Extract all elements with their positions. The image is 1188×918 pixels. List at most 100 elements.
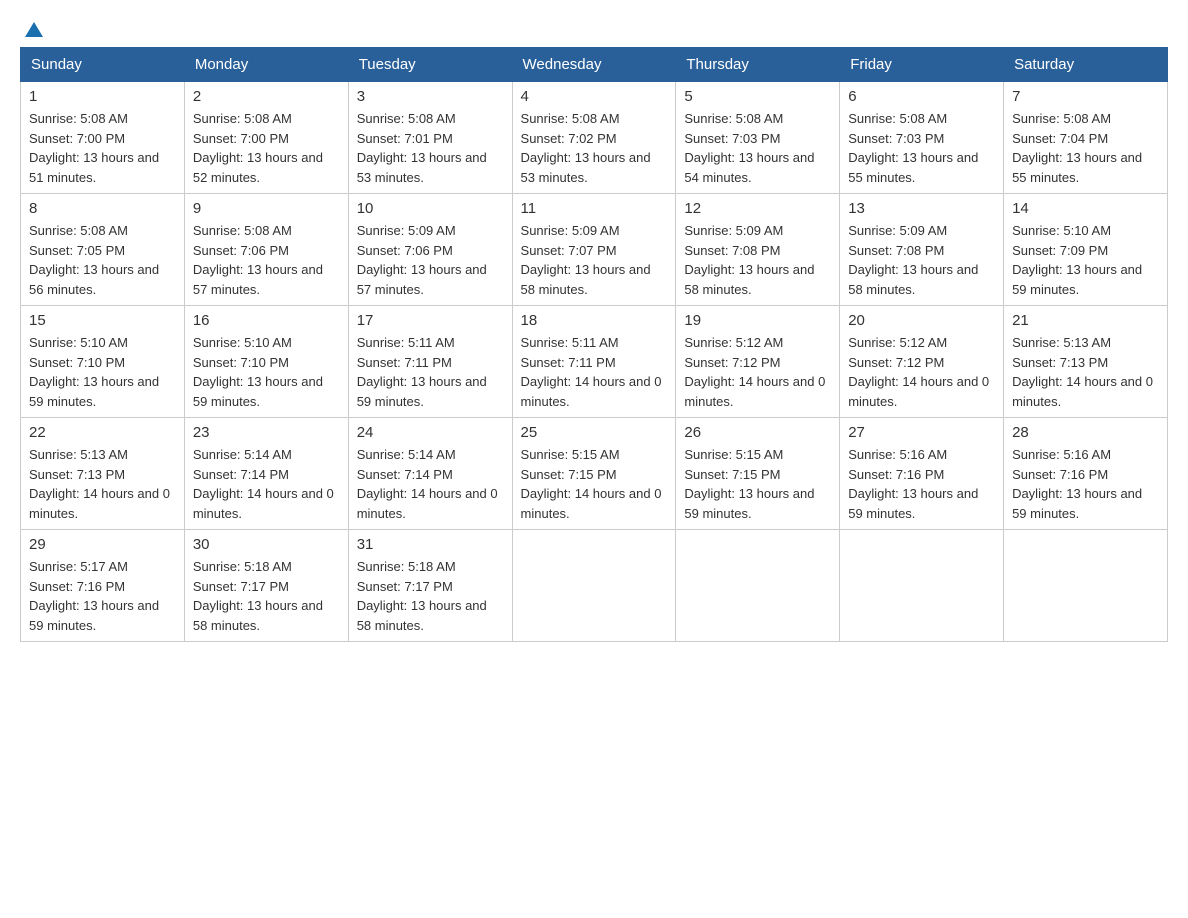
weekday-header-sunday: Sunday [21,48,185,82]
calendar-cell: 15 Sunrise: 5:10 AM Sunset: 7:10 PM Dayl… [21,306,185,418]
calendar-cell: 5 Sunrise: 5:08 AM Sunset: 7:03 PM Dayli… [676,82,840,194]
calendar-cell: 18 Sunrise: 5:11 AM Sunset: 7:11 PM Dayl… [512,306,676,418]
calendar-cell: 19 Sunrise: 5:12 AM Sunset: 7:12 PM Dayl… [676,306,840,418]
calendar-cell: 2 Sunrise: 5:08 AM Sunset: 7:00 PM Dayli… [184,82,348,194]
calendar-cell: 26 Sunrise: 5:15 AM Sunset: 7:15 PM Dayl… [676,418,840,530]
day-info: Sunrise: 5:16 AM Sunset: 7:16 PM Dayligh… [1012,445,1159,523]
weekday-header-monday: Monday [184,48,348,82]
day-number: 3 [357,88,504,105]
day-number: 28 [1012,424,1159,441]
day-info: Sunrise: 5:16 AM Sunset: 7:16 PM Dayligh… [848,445,995,523]
calendar-week-row: 29 Sunrise: 5:17 AM Sunset: 7:16 PM Dayl… [21,530,1168,642]
calendar-cell: 9 Sunrise: 5:08 AM Sunset: 7:06 PM Dayli… [184,194,348,306]
day-number: 18 [521,312,668,329]
day-info: Sunrise: 5:14 AM Sunset: 7:14 PM Dayligh… [193,445,340,523]
day-info: Sunrise: 5:13 AM Sunset: 7:13 PM Dayligh… [1012,333,1159,411]
calendar-cell: 10 Sunrise: 5:09 AM Sunset: 7:06 PM Dayl… [348,194,512,306]
weekday-header-saturday: Saturday [1004,48,1168,82]
day-info: Sunrise: 5:13 AM Sunset: 7:13 PM Dayligh… [29,445,176,523]
day-info: Sunrise: 5:09 AM Sunset: 7:07 PM Dayligh… [521,221,668,299]
calendar-cell: 22 Sunrise: 5:13 AM Sunset: 7:13 PM Dayl… [21,418,185,530]
calendar-cell: 30 Sunrise: 5:18 AM Sunset: 7:17 PM Dayl… [184,530,348,642]
weekday-header-row: SundayMondayTuesdayWednesdayThursdayFrid… [21,48,1168,82]
calendar-cell: 24 Sunrise: 5:14 AM Sunset: 7:14 PM Dayl… [348,418,512,530]
logo-triangle-icon [25,22,43,37]
day-info: Sunrise: 5:08 AM Sunset: 7:03 PM Dayligh… [848,109,995,187]
calendar-cell: 31 Sunrise: 5:18 AM Sunset: 7:17 PM Dayl… [348,530,512,642]
calendar-cell: 25 Sunrise: 5:15 AM Sunset: 7:15 PM Dayl… [512,418,676,530]
day-number: 7 [1012,88,1159,105]
day-info: Sunrise: 5:11 AM Sunset: 7:11 PM Dayligh… [357,333,504,411]
day-number: 21 [1012,312,1159,329]
calendar-cell [1004,530,1168,642]
day-number: 23 [193,424,340,441]
day-info: Sunrise: 5:11 AM Sunset: 7:11 PM Dayligh… [521,333,668,411]
calendar-cell: 7 Sunrise: 5:08 AM Sunset: 7:04 PM Dayli… [1004,82,1168,194]
day-number: 22 [29,424,176,441]
day-number: 9 [193,200,340,217]
day-number: 30 [193,536,340,553]
calendar-week-row: 8 Sunrise: 5:08 AM Sunset: 7:05 PM Dayli… [21,194,1168,306]
weekday-header-thursday: Thursday [676,48,840,82]
day-info: Sunrise: 5:08 AM Sunset: 7:05 PM Dayligh… [29,221,176,299]
day-info: Sunrise: 5:12 AM Sunset: 7:12 PM Dayligh… [684,333,831,411]
weekday-header-tuesday: Tuesday [348,48,512,82]
day-number: 31 [357,536,504,553]
calendar-cell: 13 Sunrise: 5:09 AM Sunset: 7:08 PM Dayl… [840,194,1004,306]
day-info: Sunrise: 5:10 AM Sunset: 7:10 PM Dayligh… [29,333,176,411]
day-number: 11 [521,200,668,217]
day-info: Sunrise: 5:08 AM Sunset: 7:06 PM Dayligh… [193,221,340,299]
day-number: 27 [848,424,995,441]
day-number: 16 [193,312,340,329]
day-number: 19 [684,312,831,329]
day-number: 5 [684,88,831,105]
day-info: Sunrise: 5:08 AM Sunset: 7:04 PM Dayligh… [1012,109,1159,187]
day-info: Sunrise: 5:18 AM Sunset: 7:17 PM Dayligh… [357,557,504,635]
day-info: Sunrise: 5:08 AM Sunset: 7:01 PM Dayligh… [357,109,504,187]
day-number: 25 [521,424,668,441]
calendar-week-row: 22 Sunrise: 5:13 AM Sunset: 7:13 PM Dayl… [21,418,1168,530]
day-number: 29 [29,536,176,553]
day-number: 2 [193,88,340,105]
calendar-cell: 17 Sunrise: 5:11 AM Sunset: 7:11 PM Dayl… [348,306,512,418]
calendar-cell: 6 Sunrise: 5:08 AM Sunset: 7:03 PM Dayli… [840,82,1004,194]
day-info: Sunrise: 5:09 AM Sunset: 7:06 PM Dayligh… [357,221,504,299]
day-number: 17 [357,312,504,329]
day-number: 26 [684,424,831,441]
calendar-cell: 28 Sunrise: 5:16 AM Sunset: 7:16 PM Dayl… [1004,418,1168,530]
day-number: 10 [357,200,504,217]
day-number: 6 [848,88,995,105]
day-number: 13 [848,200,995,217]
day-number: 1 [29,88,176,105]
calendar-cell [676,530,840,642]
calendar-cell: 27 Sunrise: 5:16 AM Sunset: 7:16 PM Dayl… [840,418,1004,530]
calendar-cell: 4 Sunrise: 5:08 AM Sunset: 7:02 PM Dayli… [512,82,676,194]
calendar-table: SundayMondayTuesdayWednesdayThursdayFrid… [20,47,1168,642]
calendar-cell: 21 Sunrise: 5:13 AM Sunset: 7:13 PM Dayl… [1004,306,1168,418]
day-info: Sunrise: 5:10 AM Sunset: 7:09 PM Dayligh… [1012,221,1159,299]
calendar-cell: 23 Sunrise: 5:14 AM Sunset: 7:14 PM Dayl… [184,418,348,530]
header [20,20,1168,37]
calendar-cell: 11 Sunrise: 5:09 AM Sunset: 7:07 PM Dayl… [512,194,676,306]
day-number: 14 [1012,200,1159,217]
calendar-cell [512,530,676,642]
day-info: Sunrise: 5:08 AM Sunset: 7:03 PM Dayligh… [684,109,831,187]
day-number: 4 [521,88,668,105]
day-info: Sunrise: 5:08 AM Sunset: 7:00 PM Dayligh… [193,109,340,187]
calendar-cell: 12 Sunrise: 5:09 AM Sunset: 7:08 PM Dayl… [676,194,840,306]
weekday-header-wednesday: Wednesday [512,48,676,82]
day-info: Sunrise: 5:14 AM Sunset: 7:14 PM Dayligh… [357,445,504,523]
calendar-cell: 8 Sunrise: 5:08 AM Sunset: 7:05 PM Dayli… [21,194,185,306]
calendar-cell: 29 Sunrise: 5:17 AM Sunset: 7:16 PM Dayl… [21,530,185,642]
day-info: Sunrise: 5:18 AM Sunset: 7:17 PM Dayligh… [193,557,340,635]
calendar-cell: 1 Sunrise: 5:08 AM Sunset: 7:00 PM Dayli… [21,82,185,194]
calendar-week-row: 1 Sunrise: 5:08 AM Sunset: 7:00 PM Dayli… [21,82,1168,194]
day-info: Sunrise: 5:15 AM Sunset: 7:15 PM Dayligh… [521,445,668,523]
calendar-week-row: 15 Sunrise: 5:10 AM Sunset: 7:10 PM Dayl… [21,306,1168,418]
day-number: 15 [29,312,176,329]
weekday-header-friday: Friday [840,48,1004,82]
day-info: Sunrise: 5:12 AM Sunset: 7:12 PM Dayligh… [848,333,995,411]
day-number: 24 [357,424,504,441]
day-info: Sunrise: 5:08 AM Sunset: 7:00 PM Dayligh… [29,109,176,187]
calendar-cell: 20 Sunrise: 5:12 AM Sunset: 7:12 PM Dayl… [840,306,1004,418]
